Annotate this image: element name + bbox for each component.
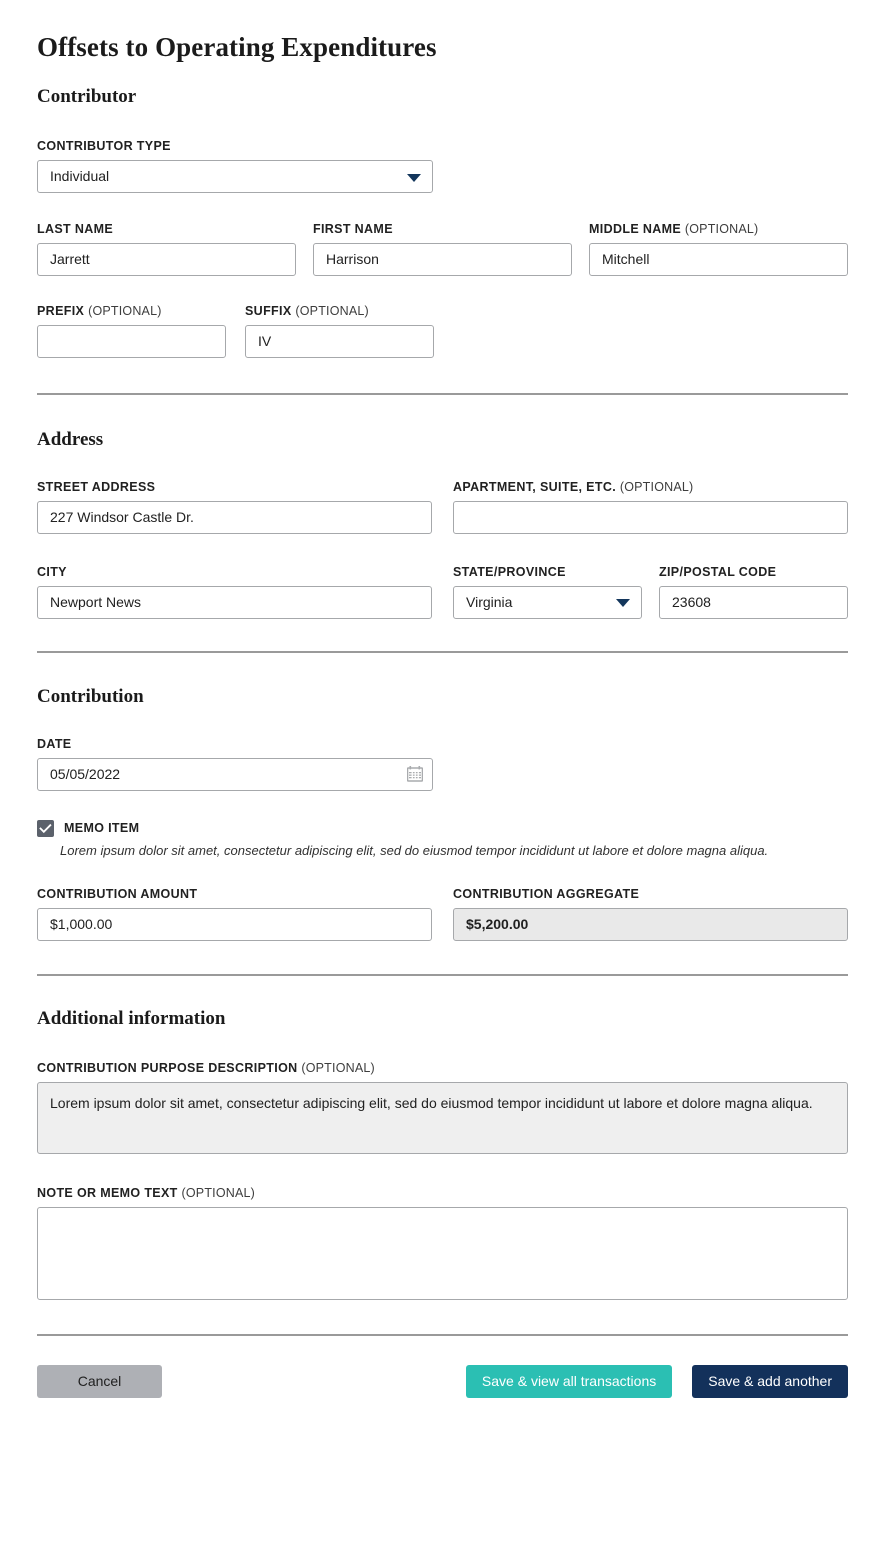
amount-row: CONTRIBUTION AMOUNT $1,000.00 CONTRIBUTI…	[37, 887, 848, 941]
suffix-input[interactable]: IV	[245, 325, 434, 359]
field-zip: ZIP/POSTAL CODE 23608	[659, 565, 848, 619]
cancel-button[interactable]: Cancel	[37, 1365, 162, 1399]
field-last-name: LAST NAME Jarrett	[37, 222, 296, 277]
state-value: Virginia	[466, 593, 513, 610]
date-input[interactable]: 05/05/2022	[37, 757, 433, 791]
contribution-amount-label: CONTRIBUTION AMOUNT	[37, 886, 198, 901]
street-address-label: STREET ADDRESS	[37, 479, 156, 494]
optional-tag: (OPTIONAL)	[181, 1186, 256, 1201]
note-memo-label: NOTE OR MEMO TEXT (OPTIONAL)	[37, 1186, 256, 1201]
chevron-down-icon	[407, 173, 421, 182]
form-page: Offsets to Operating Expenditures Contri…	[0, 0, 885, 1552]
section-heading-address: Address	[37, 429, 104, 451]
zip-input[interactable]: 23608	[659, 585, 848, 619]
contributor-type-value: Individual	[50, 168, 110, 185]
date-input-wrapper: 05/05/2022	[37, 757, 433, 791]
last-name-label: LAST NAME	[37, 222, 114, 237]
memo-item-label: MEMO ITEM	[64, 821, 140, 836]
field-city: CITY Newport News	[37, 565, 432, 619]
chevron-down-icon	[616, 599, 630, 608]
field-date: DATE 05/05/2022	[37, 737, 433, 791]
name-row: LAST NAME Jarrett FIRST NAME Harrison MI…	[37, 222, 848, 277]
field-prefix: PREFIX (OPTIONAL)	[37, 304, 226, 359]
optional-tag: (OPTIONAL)	[684, 222, 759, 237]
optional-tag: (OPTIONAL)	[301, 1061, 375, 1076]
section-heading-additional: Additional information	[37, 1007, 226, 1029]
page-title: Offsets to Operating Expenditures	[37, 32, 437, 62]
contributor-type-label: CONTRIBUTOR TYPE	[37, 139, 171, 154]
memo-item-group: MEMO ITEM Lorem ipsum dolor sit amet, co…	[37, 819, 848, 860]
prefix-input[interactable]	[37, 325, 226, 359]
date-label: DATE	[37, 736, 72, 751]
middle-name-label: MIDDLE NAME (OPTIONAL)	[589, 222, 759, 237]
middle-name-input[interactable]: Mitchell	[589, 243, 848, 277]
save-and-view-all-transactions-button[interactable]: Save & view all transactions	[465, 1365, 673, 1399]
state-select[interactable]: Virginia	[453, 585, 642, 619]
field-suffix: SUFFIX (OPTIONAL) IV	[245, 304, 434, 359]
contribution-amount-input[interactable]: $1,000.00	[37, 907, 432, 941]
section-heading-contribution: Contribution	[37, 685, 144, 707]
contribution-aggregate-value: $5,200.00	[453, 907, 848, 941]
save-and-add-another-button[interactable]: Save & add another	[692, 1365, 848, 1399]
purpose-description-label: CONTRIBUTION PURPOSE DESCRIPTION (OPTION…	[37, 1061, 375, 1076]
contribution-aggregate-label: CONTRIBUTION AGGREGATE	[453, 886, 640, 901]
field-first-name: FIRST NAME Harrison	[313, 222, 572, 277]
optional-tag: (OPTIONAL)	[88, 304, 162, 319]
apartment-input[interactable]	[453, 500, 848, 534]
field-state: STATE/PROVINCE Virginia	[453, 565, 642, 619]
first-name-input[interactable]: Harrison	[313, 243, 572, 277]
purpose-description-textarea[interactable]: Lorem ipsum dolor sit amet, consectetur …	[37, 1082, 848, 1155]
memo-item-description: Lorem ipsum dolor sit amet, consectetur …	[60, 842, 769, 858]
calendar-icon[interactable]	[406, 766, 424, 783]
prefix-label: PREFIX (OPTIONAL)	[37, 304, 162, 319]
zip-label: ZIP/POSTAL CODE	[659, 564, 777, 579]
city-state-zip-row: CITY Newport News STATE/PROVINCE Virgini…	[37, 565, 848, 619]
field-middle-name: MIDDLE NAME (OPTIONAL) Mitchell	[589, 222, 848, 277]
form-container: Offsets to Operating Expenditures Contri…	[37, 0, 848, 1399]
field-apartment: APARTMENT, SUITE, ETC. (OPTIONAL)	[453, 480, 848, 534]
first-name-label: FIRST NAME	[313, 222, 393, 237]
street-address-input[interactable]: 227 Windsor Castle Dr.	[37, 500, 432, 534]
checkbox-checked-icon[interactable]	[37, 819, 54, 837]
city-label: CITY	[37, 564, 67, 579]
field-note-memo-text: NOTE OR MEMO TEXT (OPTIONAL)	[37, 1186, 848, 1301]
prefix-suffix-row: PREFIX (OPTIONAL) SUFFIX (OPTIONAL) IV	[37, 304, 848, 359]
suffix-label: SUFFIX (OPTIONAL)	[245, 304, 369, 319]
city-input[interactable]: Newport News	[37, 585, 432, 619]
field-contributor-type: CONTRIBUTOR TYPE Individual	[37, 139, 848, 194]
optional-tag: (OPTIONAL)	[619, 479, 694, 494]
apartment-label: APARTMENT, SUITE, ETC. (OPTIONAL)	[453, 479, 694, 494]
optional-tag: (OPTIONAL)	[295, 304, 369, 319]
field-street-address: STREET ADDRESS 227 Windsor Castle Dr.	[37, 480, 432, 534]
field-purpose-description: CONTRIBUTION PURPOSE DESCRIPTION (OPTION…	[37, 1061, 848, 1155]
memo-item-checkbox-row[interactable]: MEMO ITEM	[37, 819, 848, 837]
street-row: STREET ADDRESS 227 Windsor Castle Dr. AP…	[37, 480, 848, 534]
state-label: STATE/PROVINCE	[453, 564, 566, 579]
field-contribution-amount: CONTRIBUTION AMOUNT $1,000.00	[37, 887, 432, 941]
contributor-type-select[interactable]: Individual	[37, 160, 433, 194]
section-heading-contributor: Contributor	[37, 86, 137, 108]
note-memo-textarea[interactable]	[37, 1207, 848, 1301]
field-contribution-aggregate: CONTRIBUTION AGGREGATE $5,200.00	[453, 887, 848, 941]
last-name-input[interactable]: Jarrett	[37, 243, 296, 277]
footer-actions: Cancel Save & view all transactions Save…	[37, 1365, 848, 1399]
